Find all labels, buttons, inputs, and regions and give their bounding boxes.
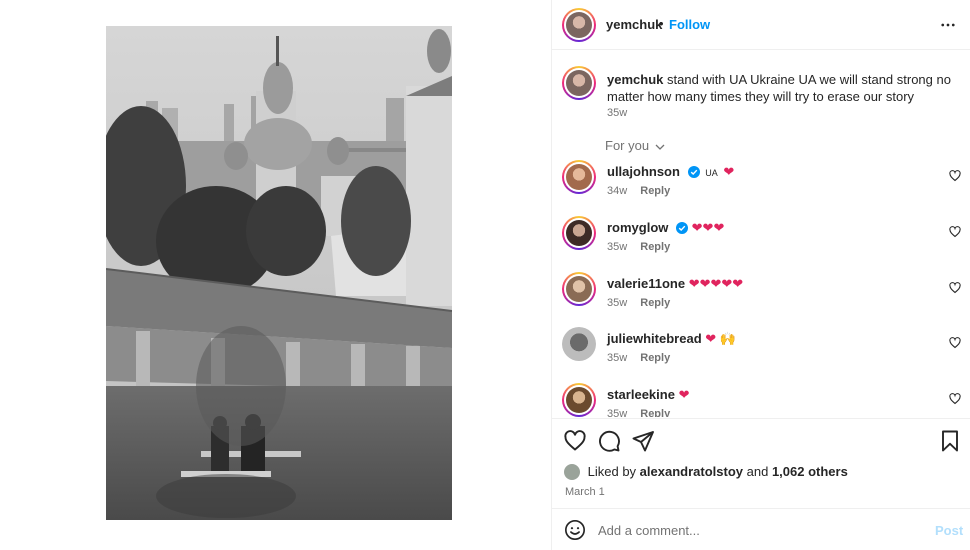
commenter-avatar[interactable] [562,327,596,361]
post-comment-button[interactable]: Post [935,523,963,538]
post-photo[interactable] [106,26,452,520]
comment-input[interactable] [598,520,918,540]
smiley-icon[interactable] [564,519,586,541]
comment-text: juliewhitebread ❤ 🙌 [607,331,736,347]
heart-outline-icon[interactable] [949,282,961,294]
author-username[interactable]: yemchuk [606,17,662,32]
heart-emojis: ❤❤❤❤❤ [688,276,744,291]
author-avatar[interactable] [562,8,596,42]
comment-time: 35w [607,408,628,417]
post-sidebar: yemchuk • Follow yemchuk stand with UA U… [552,0,970,550]
comment-time: 35w [607,297,628,309]
comment-text: starleekine ❤ [607,387,689,403]
raised-hands-emoji: 🙌 [719,331,736,346]
caption-avatar[interactable] [562,66,596,100]
heart-emojis: ❤❤❤ [691,220,725,235]
caption-time: 35w [607,107,628,119]
heart-emojis: ❤ [705,331,717,346]
commenter-username[interactable]: romyglow [607,220,668,235]
media-pane [0,0,551,550]
comment-item: starleekine ❤ 35w Reply [552,383,970,417]
heart-outline-icon[interactable] [949,170,961,182]
commenter-avatar[interactable] [562,272,596,306]
commenter-username[interactable]: starleekine [607,387,675,402]
comment-item: juliewhitebread ❤ 🙌 35w Reply [552,327,970,375]
add-comment-bar: Post [552,508,970,550]
reply-button[interactable]: Reply [640,352,670,364]
comment-meta: 35w Reply [607,408,670,417]
reply-button[interactable]: Reply [640,185,670,197]
verified-badge-icon [687,166,700,178]
verified-badge-icon [676,222,689,234]
comment-text: valerie11one ❤❤❤❤❤ [607,276,743,292]
comment-time: 34w [607,185,628,197]
comment-item: ullajohnson UA ❤ 34w Reply [552,160,970,208]
follow-button[interactable]: Follow [669,17,710,32]
comment-sort-label: For you [605,138,650,153]
heart-outline-icon[interactable] [949,393,961,405]
likes-count[interactable]: 1,062 others [772,464,848,479]
post-photo-image [106,26,452,520]
reply-button[interactable]: Reply [640,297,670,309]
flag-text: UA [705,168,718,178]
comment-meta: 35w Reply [607,352,670,364]
commenter-avatar[interactable] [562,216,596,250]
comment-meta: 34w Reply [607,185,670,197]
paper-plane-icon[interactable] [631,429,655,453]
post-header: yemchuk • Follow [552,0,970,50]
reply-button[interactable]: Reply [640,408,670,417]
comment-sort-dropdown[interactable]: For you [605,138,665,153]
heart-outline-icon[interactable] [949,226,961,238]
comment-text: romyglow ❤❤❤ [607,220,724,236]
likes-summary: Liked by alexandratolstoy and 1,062 othe… [564,464,848,480]
speech-bubble-icon[interactable] [597,429,621,453]
heart-emojis: ❤ [678,387,690,402]
separator-dot: • [659,16,664,31]
commenter-avatar[interactable] [562,383,596,417]
comment-meta: 35w Reply [607,241,670,253]
comment-meta: 35w Reply [607,297,670,309]
liker-username[interactable]: alexandratolstoy [640,464,743,479]
likes-prefix: Liked by [587,464,637,479]
post-date[interactable]: March 1 [565,486,605,498]
caption-username[interactable]: yemchuk [607,72,663,87]
heart-outline-icon[interactable] [949,337,961,349]
commenter-username[interactable]: ullajohnson [607,164,680,179]
commenter-avatar[interactable] [562,160,596,194]
heart-emojis: ❤ [723,164,735,179]
heart-outline-icon[interactable] [563,429,587,453]
comment-time: 35w [607,352,628,364]
chevron-down-icon [655,144,665,150]
comment-item: valerie11one ❤❤❤❤❤ 35w Reply [552,272,970,320]
caption: yemchuk stand with UA Ukraine UA we will… [607,71,957,105]
comments-scroll[interactable]: yemchuk stand with UA Ukraine UA we will… [552,51,970,417]
comment-time: 35w [607,241,628,253]
post-actions: Liked by alexandratolstoy and 1,062 othe… [552,418,970,518]
comment-text: ullajohnson UA ❤ [607,164,734,180]
commenter-username[interactable]: juliewhitebread [607,331,702,346]
comment-item: romyglow ❤❤❤ 35w Reply [552,216,970,264]
likes-joiner: and [746,464,769,479]
more-horizontal-icon[interactable] [939,16,957,34]
reply-button[interactable]: Reply [640,241,670,253]
bookmark-icon[interactable] [938,429,962,453]
commenter-username[interactable]: valerie11one [607,276,685,291]
liker-avatar[interactable] [564,464,580,480]
